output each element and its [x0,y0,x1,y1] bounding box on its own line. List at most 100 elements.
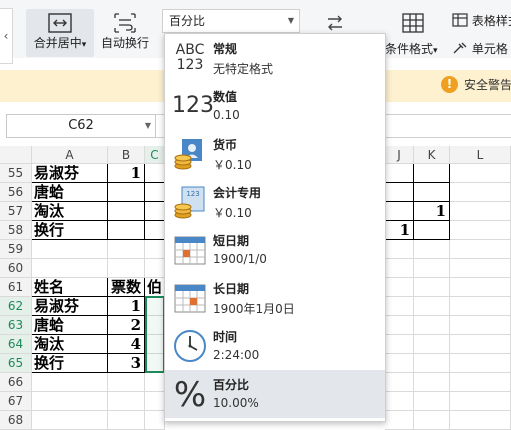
cell-k[interactable] [414,164,450,183]
table-grid-icon[interactable] [401,11,425,35]
row-header[interactable]: 62 [0,297,32,316]
cell-l[interactable] [450,164,511,183]
table-style-button[interactable]: 表格样式 [452,12,511,29]
cell-j[interactable] [385,278,414,297]
cell-a[interactable]: 易淑芬 [32,297,108,316]
cell-l[interactable] [450,297,511,316]
cell-k[interactable] [414,297,450,316]
column-header-c[interactable]: C [145,146,165,164]
cell-b[interactable] [108,392,145,411]
cell-k[interactable] [414,259,450,278]
cell-j[interactable] [385,354,414,373]
cell-l[interactable] [450,259,511,278]
merge-dropdown-arrow[interactable]: ▾ [82,40,87,50]
cond-format-arrow[interactable]: ▾ [433,46,438,56]
row-header[interactable]: 63 [0,316,32,335]
cell-a[interactable] [32,411,108,430]
cell-b[interactable]: 3 [108,354,145,373]
format-item-long-date[interactable]: 长日期 1900年1月0日 [165,274,385,322]
row-header[interactable]: 59 [0,240,32,259]
cell-k[interactable] [414,278,450,297]
cell-k[interactable]: 1 [414,202,450,221]
conditional-format-button[interactable]: 条件格式▾ [385,40,438,57]
cell-l[interactable] [450,183,511,202]
convert-icon[interactable] [324,12,346,34]
column-header-j[interactable]: J [385,146,414,164]
cell-c[interactable] [145,411,165,430]
cell-b[interactable] [108,240,145,259]
cell-c[interactable] [145,164,165,183]
cell-a[interactable] [32,373,108,392]
number-format-select[interactable]: 百分比 ▼ [162,9,300,33]
cell-a[interactable]: 唐蛤 [32,316,108,335]
cell-a[interactable]: 易淑芬 [32,164,108,183]
cell-a[interactable] [32,259,108,278]
cell-l[interactable] [450,278,511,297]
cell-a[interactable] [32,392,108,411]
cell-b[interactable] [108,202,145,221]
cell-j[interactable] [385,183,414,202]
cell-j[interactable] [385,259,414,278]
cell-k[interactable] [414,373,450,392]
cell-c[interactable] [145,392,165,411]
cell-k[interactable] [414,411,450,430]
cell-c[interactable] [145,221,165,240]
column-header-a[interactable]: A [32,146,108,164]
format-item-number[interactable]: 123 数值 0.10 [165,82,385,130]
cell-j[interactable]: 1 [385,221,414,240]
row-header[interactable]: 56 [0,183,32,202]
cell-b[interactable]: 2 [108,316,145,335]
format-item-percent[interactable]: % 百分比 10.00% [165,370,385,418]
cell-l[interactable] [450,316,511,335]
cell-b[interactable]: 1 [108,164,145,183]
cell-b[interactable] [108,183,145,202]
cell-b[interactable] [108,221,145,240]
format-item-currency[interactable]: 货币 ￥0.10 [165,130,385,178]
selected-range[interactable] [145,296,165,373]
cell-k[interactable] [414,183,450,202]
cell-c[interactable] [145,183,165,202]
cell-j[interactable] [385,164,414,183]
cell-c[interactable] [145,202,165,221]
cell-a[interactable] [32,240,108,259]
row-header[interactable]: 64 [0,335,32,354]
auto-wrap-button[interactable]: 自动换行 [98,9,152,57]
row-header[interactable]: 67 [0,392,32,411]
cell-a[interactable]: 姓名 [32,278,108,297]
cell-j[interactable] [385,240,414,259]
cell-k[interactable] [414,240,450,259]
column-header-l[interactable]: L [450,146,511,164]
cell-l[interactable] [450,335,511,354]
cell-k[interactable] [414,354,450,373]
cell-a[interactable]: 换行 [32,221,108,240]
cell-l[interactable] [450,221,511,240]
cell-a[interactable]: 换行 [32,354,108,373]
cell-b[interactable] [108,259,145,278]
cell-a[interactable]: 淘汰 [32,202,108,221]
row-header[interactable]: 66 [0,373,32,392]
cell-l[interactable] [450,354,511,373]
row-header[interactable]: 65 [0,354,32,373]
cell-j[interactable] [385,373,414,392]
format-item-accounting[interactable]: 123 会计专用 ￥0.10 [165,178,385,226]
cell-j[interactable] [385,297,414,316]
cell-c[interactable] [145,240,165,259]
cell-b[interactable]: 1 [108,297,145,316]
cell-j[interactable] [385,411,414,430]
row-header[interactable]: 55 [0,164,32,183]
cell-b[interactable]: 票数 [108,278,145,297]
format-item-general[interactable]: ABC 123 常规 无特定格式 [165,34,385,82]
cell-j[interactable] [385,335,414,354]
name-box[interactable]: C62 ▼ [6,114,156,138]
select-all-corner[interactable] [0,146,32,164]
row-header[interactable]: 58 [0,221,32,240]
ribbon-collapse-button[interactable]: ‹ [0,8,13,64]
row-header[interactable]: 57 [0,202,32,221]
row-header[interactable]: 60 [0,259,32,278]
format-item-time[interactable]: 时间 2:24:00 [165,322,385,370]
cell-c[interactable] [145,259,165,278]
cell-b[interactable] [108,411,145,430]
cell-k[interactable] [414,221,450,240]
cell-k[interactable] [414,316,450,335]
cell-j[interactable] [385,316,414,335]
